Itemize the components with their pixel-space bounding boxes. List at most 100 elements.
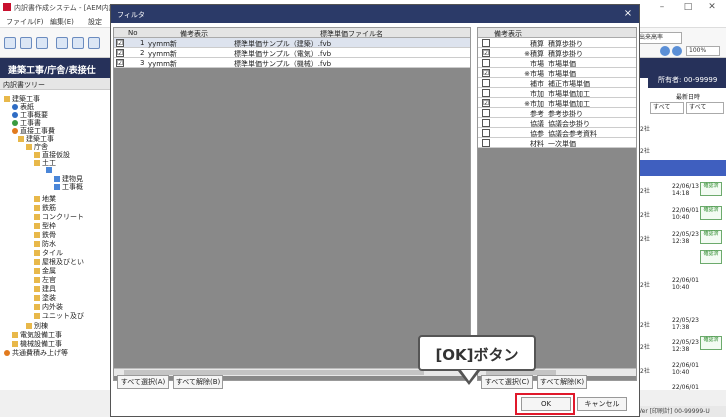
row-checkbox[interactable]: ☑: [482, 99, 490, 107]
table-row[interactable]: ☑ 3 yymm新 標準単価サンプル（機械）.fvb: [114, 58, 470, 68]
open-icon[interactable]: [20, 37, 32, 49]
list-item[interactable]: ☑ ※積算 積算歩掛り: [478, 48, 636, 58]
row-checkbox[interactable]: ☑: [482, 49, 490, 57]
new-icon[interactable]: [4, 37, 16, 49]
undo-icon[interactable]: [72, 37, 84, 49]
dialog-titlebar: フィルタ ×: [111, 5, 639, 23]
row-checkbox[interactable]: [482, 129, 490, 137]
folder-icon: [34, 250, 40, 256]
tree-node[interactable]: ユニット及び: [34, 311, 84, 321]
grid-cell: 2社: [640, 188, 650, 195]
document-tree: 建築工事 表紙 工事概要 工事書 直接工事費 建築工事 庁舎 直接仮設 土工 建…: [0, 90, 112, 390]
folder-icon: [34, 313, 40, 319]
table-row[interactable]: ☑ 1 yymm新 標準単価サンプル（建築）.fvb: [114, 38, 470, 48]
row-checkbox[interactable]: [482, 89, 490, 97]
folder-icon: [26, 144, 32, 150]
doc-icon: [4, 350, 10, 356]
grid-date: 22/05/23 12:38: [672, 339, 699, 353]
row-checkbox[interactable]: ☑: [116, 49, 124, 57]
menu-edit[interactable]: 編集(E): [50, 17, 74, 27]
row-checkbox[interactable]: [482, 79, 490, 87]
price-file-grid: No 備考表示 標準単価ファイル名 ☑ 1 yymm新 標準単価サンプル（建築）…: [113, 27, 471, 381]
menu-settings[interactable]: 設定: [88, 17, 102, 27]
folder-icon: [34, 196, 40, 202]
grid-date: 22/06/13 14:18: [672, 183, 699, 197]
grid-date: 22/05/23 12:38: [672, 231, 699, 245]
cancel-button[interactable]: キャンセル: [577, 397, 627, 411]
grid-cell: 2社: [640, 282, 650, 289]
grid-cell: 2社: [640, 322, 650, 329]
list-item[interactable]: ☑ ※市加 市場単価加工: [478, 98, 636, 108]
view-mode-select[interactable]: 出来高率: [636, 32, 682, 44]
row-no: 1: [140, 39, 145, 47]
clear-all-right-button[interactable]: すべて解除(K): [537, 375, 587, 389]
table-row[interactable]: ☑ 2 yymm新 標準単価サンプル（電気）.fvb: [114, 48, 470, 58]
save-icon[interactable]: [36, 37, 48, 49]
list-item[interactable]: 協議 協議会歩掛り: [478, 118, 636, 128]
col-updated: 最新日時: [676, 94, 701, 101]
filter-dialog: フィルタ × No 備考表示 標準単価ファイル名 ☑ 1 yymm新 標準単価サ…: [110, 4, 640, 417]
doc-icon: [54, 184, 60, 190]
folder-icon: [12, 332, 18, 338]
list-item[interactable]: 協参 協議会参考資料: [478, 128, 636, 138]
folder-icon: [34, 223, 40, 229]
row-label: 一次単価: [548, 140, 576, 148]
minimize-icon[interactable]: –: [650, 1, 674, 13]
clear-all-button[interactable]: すべて解除(B): [173, 375, 223, 389]
close-icon[interactable]: ✕: [700, 1, 724, 13]
folder-icon: [34, 160, 40, 166]
approved-stamp: 確認済: [700, 250, 722, 264]
approved-stamp: 確認済: [700, 182, 722, 196]
callout-text: [OK]ボタン: [435, 346, 519, 364]
grid-date: 22/05/23 17:38: [672, 317, 699, 331]
list-item[interactable]: 補市 補正市場単価: [478, 78, 636, 88]
redo-icon[interactable]: [88, 37, 100, 49]
row-checkbox[interactable]: ☑: [116, 59, 124, 67]
dialog-title: フィルタ: [117, 11, 145, 19]
list-item[interactable]: 参考 参考歩掛り: [478, 108, 636, 118]
folder-icon: [34, 286, 40, 292]
nav-back-icon[interactable]: [660, 46, 670, 56]
row-file: 標準単価サンプル（機械）.fvb: [234, 60, 332, 68]
folder-icon: [4, 96, 10, 102]
row-checkbox[interactable]: [482, 139, 490, 147]
tree-node[interactable]: [46, 166, 54, 174]
folder-icon: [34, 295, 40, 301]
grid-date: 22/06/01 10:40: [672, 207, 699, 221]
menu-file[interactable]: ファイル(F): [6, 17, 44, 27]
row-checkbox[interactable]: ☑: [482, 69, 490, 77]
app-logo-icon: [3, 3, 11, 11]
filter-select[interactable]: すべて: [650, 102, 684, 114]
select-all-button[interactable]: すべて選択(A): [117, 375, 169, 389]
dialog-close-icon[interactable]: ×: [621, 8, 635, 20]
nav-forward-icon[interactable]: [672, 46, 682, 56]
list-item[interactable]: 市場 市場単価: [478, 58, 636, 68]
zoom-select[interactable]: 100%: [686, 46, 720, 56]
row-checkbox[interactable]: [482, 119, 490, 127]
row-checkbox[interactable]: ☑: [116, 39, 124, 47]
approved-stamp: 確認済: [700, 230, 722, 244]
list-item[interactable]: 市加 市場単価加工: [478, 88, 636, 98]
folder-icon: [12, 341, 18, 347]
annotation-callout: [OK]ボタン: [418, 335, 536, 371]
folder-icon: [26, 323, 32, 329]
grid-cell: 2社: [640, 236, 650, 243]
approved-stamp: 確認済: [700, 336, 722, 350]
status-bar: Ver [印刷計] 00-99999-U: [636, 406, 726, 417]
folder-icon: [34, 241, 40, 247]
select-all-right-button[interactable]: すべて選択(C): [481, 375, 533, 389]
tree-node[interactable]: 共通費積み上げ等: [4, 348, 68, 358]
row-checkbox[interactable]: [482, 39, 490, 47]
print-icon[interactable]: [56, 37, 68, 49]
maximize-icon[interactable]: □: [676, 1, 700, 13]
tree-node[interactable]: 工事概: [54, 182, 83, 192]
folder-icon: [34, 277, 40, 283]
filter-select[interactable]: すべて: [686, 102, 724, 114]
row-checkbox[interactable]: [482, 109, 490, 117]
list-item[interactable]: 積算 積算歩掛り: [478, 38, 636, 48]
list-item[interactable]: 材料 一次単価: [478, 138, 636, 148]
list-item[interactable]: ☑ ※市場 市場単価: [478, 68, 636, 78]
row-checkbox[interactable]: [482, 59, 490, 67]
grid-cell: 2社: [640, 368, 650, 375]
scrollbar-thumb[interactable]: [124, 370, 424, 375]
